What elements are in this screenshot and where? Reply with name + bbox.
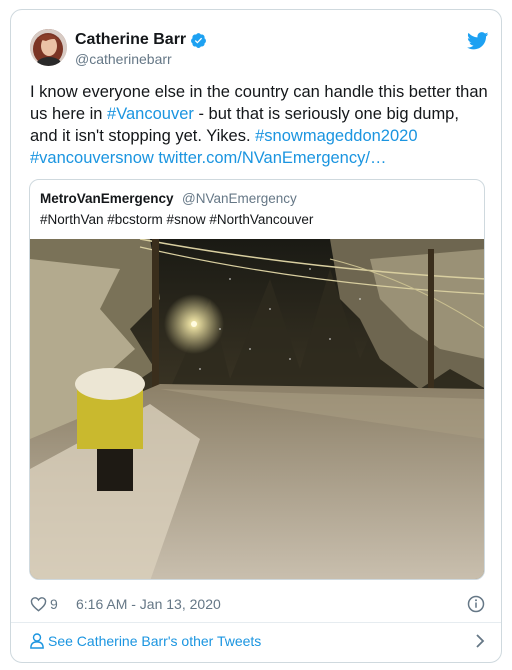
quoted-author-handle: @NVanEmergency [182, 191, 297, 206]
tweet-card: Catherine Barr @catherinebarr I know eve… [10, 9, 502, 663]
hashtag-link[interactable]: #Vancouver [107, 105, 194, 123]
url-link[interactable]: twitter.com/NVanEmergency/… [158, 149, 386, 167]
other-tweets-label: See Catherine Barr's other Tweets [48, 633, 262, 649]
twitter-bird-icon[interactable] [467, 32, 489, 50]
avatar[interactable] [30, 29, 67, 66]
heart-icon[interactable] [30, 596, 47, 612]
divider [11, 622, 501, 623]
info-icon[interactable] [467, 595, 485, 613]
hashtag-link[interactable]: #snowmageddon2020 [255, 127, 417, 145]
person-icon [30, 633, 44, 649]
quoted-text: #NorthVan #bcstorm #snow #NorthVancouver [40, 212, 314, 227]
other-tweets-link[interactable]: See Catherine Barr's other Tweets [30, 631, 485, 653]
quoted-author-name: MetroVanEmergency [40, 191, 174, 206]
like-count[interactable]: 9 [50, 596, 58, 612]
verified-badge-icon [191, 33, 206, 48]
timestamp[interactable]: 6:16 AM - Jan 13, 2020 [76, 596, 221, 612]
author-handle[interactable]: @catherinebarr [75, 51, 172, 67]
chevron-right-icon [476, 634, 485, 648]
quoted-tweet[interactable]: MetroVanEmergency @NVanEmergency #NorthV… [29, 179, 485, 580]
hashtag-link[interactable]: #vancouversnow [30, 149, 154, 167]
snow-street-photo[interactable] [30, 239, 485, 580]
author-name[interactable]: Catherine Barr [75, 31, 186, 49]
tweet-text: I know everyone else in the country can … [30, 81, 490, 169]
